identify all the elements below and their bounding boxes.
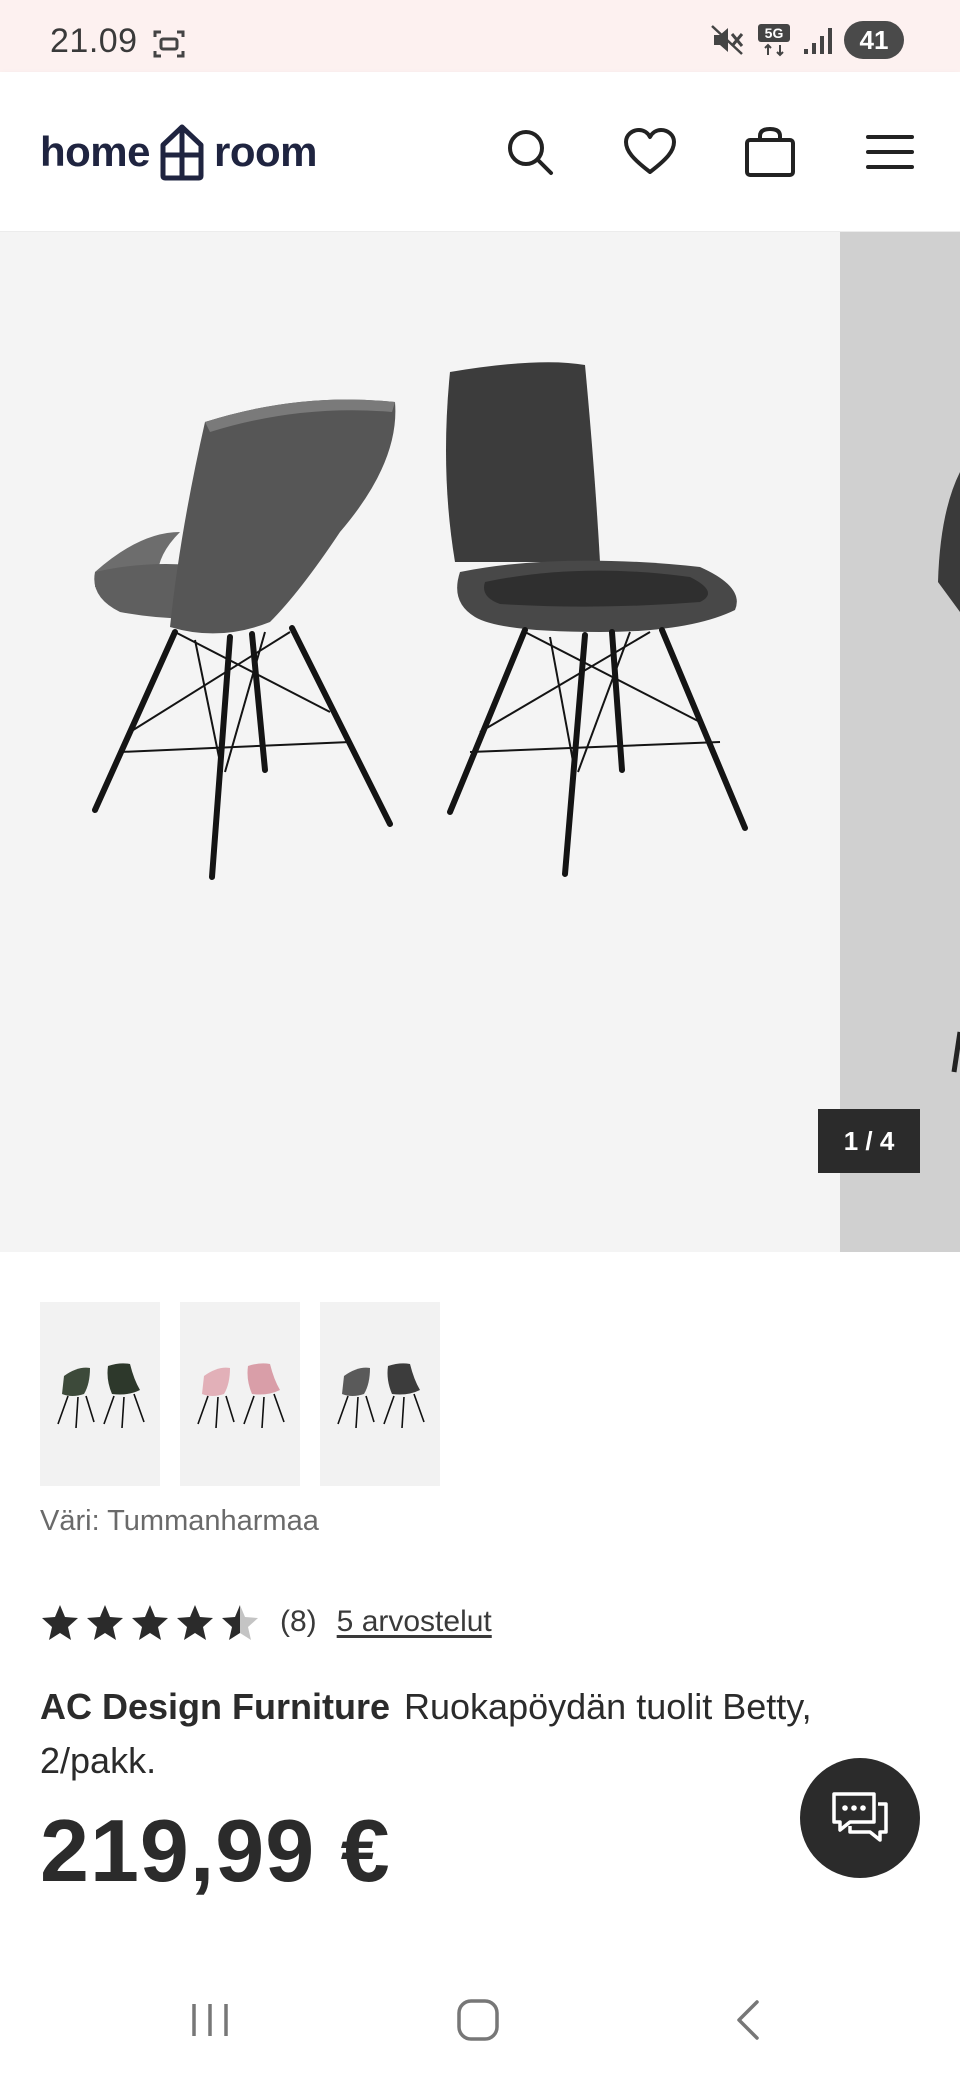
star-full-icon bbox=[132, 1605, 168, 1640]
chair-back-view bbox=[92, 399, 396, 880]
site-header: home room bbox=[0, 72, 960, 232]
rating-stars bbox=[40, 1602, 260, 1642]
product-gallery[interactable]: 1 / 4 bbox=[0, 232, 960, 1252]
thumbnail-pink[interactable] bbox=[180, 1302, 300, 1486]
thumbnail-green[interactable] bbox=[40, 1302, 160, 1486]
bag-icon bbox=[745, 126, 795, 177]
mute-icon bbox=[711, 25, 744, 55]
home-button[interactable] bbox=[446, 1988, 510, 2052]
system-navigation-bar bbox=[0, 1960, 960, 2080]
thumbnail-dark-grey[interactable] bbox=[320, 1302, 440, 1486]
logo-text-room: room bbox=[214, 128, 318, 175]
product-title: AC Design Furniture Ruokapöydän tuolit Be… bbox=[40, 1680, 920, 1788]
color-variant-thumbnails bbox=[40, 1302, 440, 1486]
home-icon bbox=[457, 1999, 499, 2041]
star-full-icon bbox=[177, 1605, 213, 1640]
house-logo-icon bbox=[160, 124, 204, 181]
logo-text-home: home bbox=[40, 128, 151, 175]
menu-button[interactable] bbox=[862, 124, 918, 180]
reviews-link[interactable]: 5 arvostelut bbox=[337, 1605, 492, 1639]
5g-label: 5G bbox=[765, 25, 784, 41]
rating-count: (8) bbox=[280, 1605, 317, 1638]
status-time: 21.09 bbox=[50, 22, 138, 60]
product-price: 219,99 € bbox=[40, 1801, 391, 1900]
back-icon bbox=[737, 2000, 759, 2040]
5g-icon: 5G bbox=[758, 24, 790, 57]
search-icon bbox=[508, 130, 553, 175]
pink-chairs-thumbnail bbox=[197, 1363, 285, 1429]
heart-icon bbox=[624, 128, 676, 174]
star-full-icon bbox=[87, 1605, 123, 1640]
signal-icon bbox=[804, 28, 832, 54]
cart-button[interactable] bbox=[742, 124, 798, 180]
battery-icon: 41 bbox=[844, 21, 904, 59]
chairs-image bbox=[92, 362, 748, 880]
recent-apps-icon bbox=[192, 2004, 228, 2036]
back-button[interactable] bbox=[716, 1988, 780, 2052]
star-half-icon bbox=[222, 1605, 258, 1640]
selected-color-label: Väri: Tummanharmaa bbox=[40, 1505, 319, 1537]
chat-button[interactable] bbox=[800, 1758, 920, 1878]
green-chairs-thumbnail bbox=[57, 1363, 145, 1429]
image-counter: 1 / 4 bbox=[818, 1109, 920, 1173]
wishlist-button[interactable] bbox=[622, 124, 678, 180]
product-image[interactable] bbox=[0, 232, 840, 1252]
next-image-preview bbox=[938, 472, 960, 1073]
star-full-icon bbox=[42, 1605, 78, 1640]
chat-icon bbox=[832, 1792, 888, 1842]
product-rating: (8) 5 arvostelut bbox=[40, 1600, 492, 1644]
grey-chairs-thumbnail bbox=[337, 1363, 425, 1429]
search-button[interactable] bbox=[502, 124, 558, 180]
screenshot-icon bbox=[153, 30, 185, 58]
homeroom-logo[interactable]: home room bbox=[40, 122, 318, 182]
status-bar: 21.09 5G 41 bbox=[0, 0, 960, 72]
menu-icon bbox=[866, 135, 914, 169]
recent-apps-button[interactable] bbox=[178, 1988, 242, 2052]
next-product-image[interactable] bbox=[840, 232, 960, 1252]
product-brand[interactable]: AC Design Furniture bbox=[40, 1686, 390, 1727]
chair-front-view bbox=[446, 362, 748, 877]
